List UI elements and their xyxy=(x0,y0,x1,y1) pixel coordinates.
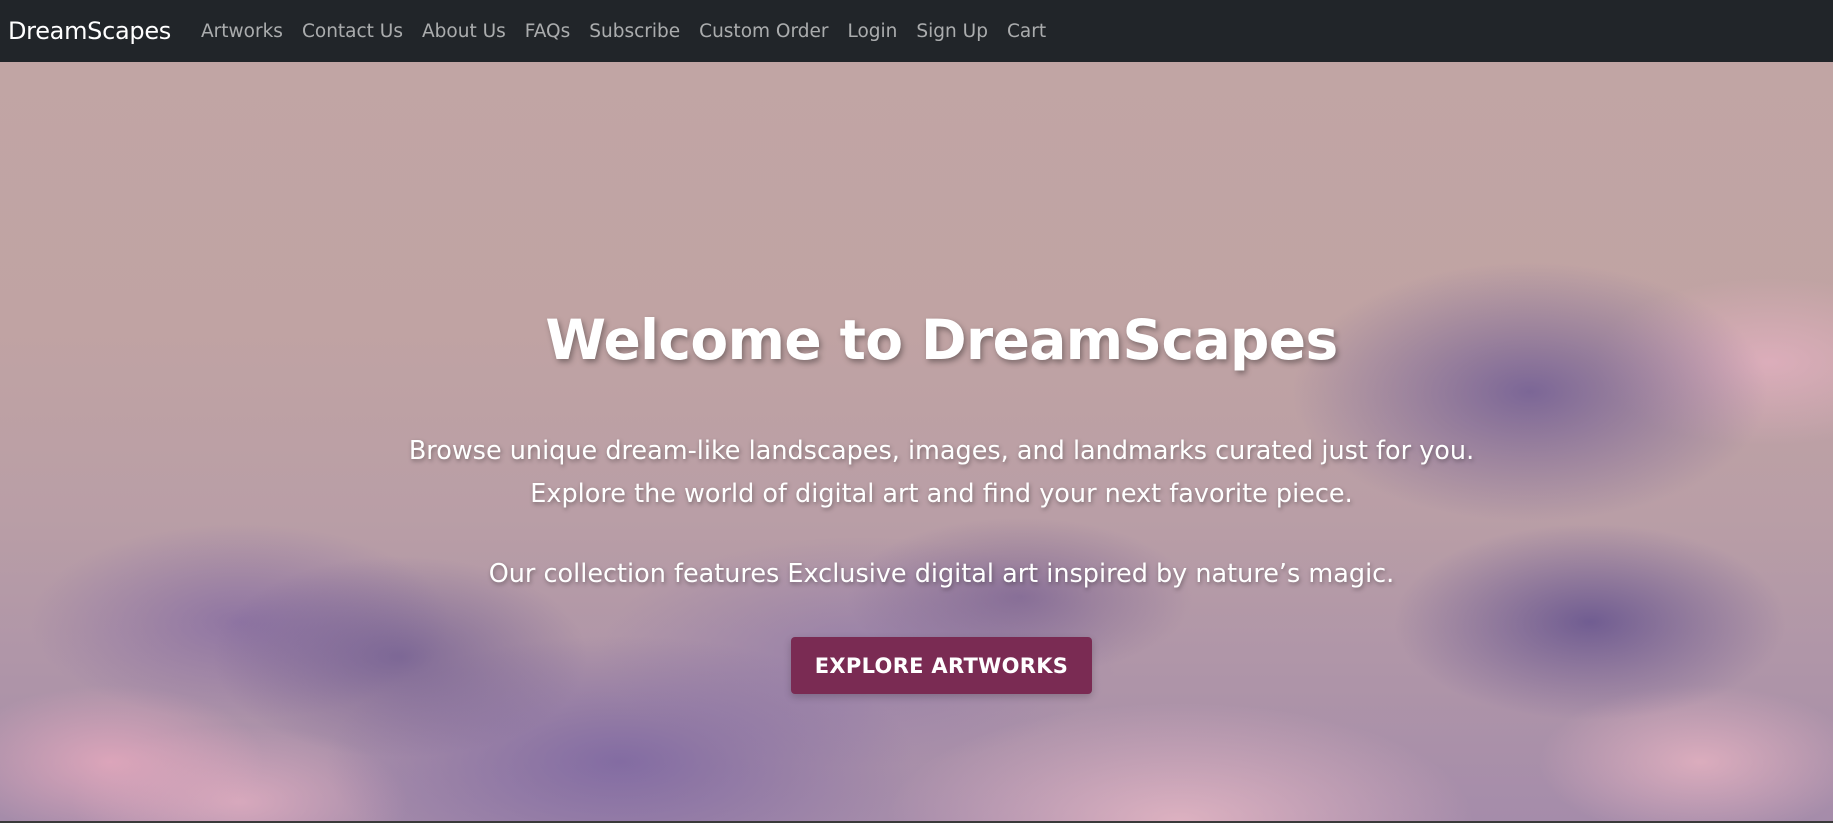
nav-links: Artworks Contact Us About Us FAQs Subscr… xyxy=(201,21,1065,42)
explore-artworks-button[interactable]: EXPLORE ARTWORKS xyxy=(791,637,1092,694)
nav-item: FAQs xyxy=(525,21,589,42)
top-navbar: DreamScapes Artworks Contact Us About Us… xyxy=(0,0,1833,62)
nav-link-sign-up[interactable]: Sign Up xyxy=(916,21,988,42)
nav-link-custom-order[interactable]: Custom Order xyxy=(699,21,828,42)
nav-link-cart[interactable]: Cart xyxy=(1007,21,1046,42)
nav-link-login[interactable]: Login xyxy=(848,21,898,42)
nav-link-faqs[interactable]: FAQs xyxy=(525,21,570,42)
hero-section: Welcome to DreamScapes Browse unique dre… xyxy=(0,62,1833,821)
nav-link-contact-us[interactable]: Contact Us xyxy=(302,21,403,42)
nav-link-about-us[interactable]: About Us xyxy=(422,21,506,42)
nav-item: Artworks xyxy=(201,21,302,42)
nav-item: Login xyxy=(848,21,917,42)
brand-logo-link[interactable]: DreamScapes xyxy=(8,17,171,45)
nav-item: Sign Up xyxy=(916,21,1007,42)
nav-item: Subscribe xyxy=(589,21,699,42)
nav-link-subscribe[interactable]: Subscribe xyxy=(589,21,680,42)
nav-item: Custom Order xyxy=(699,21,847,42)
hero-title: Welcome to DreamScapes xyxy=(545,308,1338,372)
hero-intro-paragraph: Browse unique dream-like landscapes, ima… xyxy=(0,430,1833,516)
hero-intro-line-2: Explore the world of digital art and fin… xyxy=(530,479,1353,509)
nav-link-artworks[interactable]: Artworks xyxy=(201,21,283,42)
hero-collection-paragraph: Our collection features Exclusive digita… xyxy=(488,559,1395,589)
nav-item: Contact Us xyxy=(302,21,422,42)
hero-intro-line-1: Browse unique dream-like landscapes, ima… xyxy=(408,436,1475,466)
nav-item: Cart xyxy=(1007,21,1065,42)
nav-item: About Us xyxy=(422,21,525,42)
